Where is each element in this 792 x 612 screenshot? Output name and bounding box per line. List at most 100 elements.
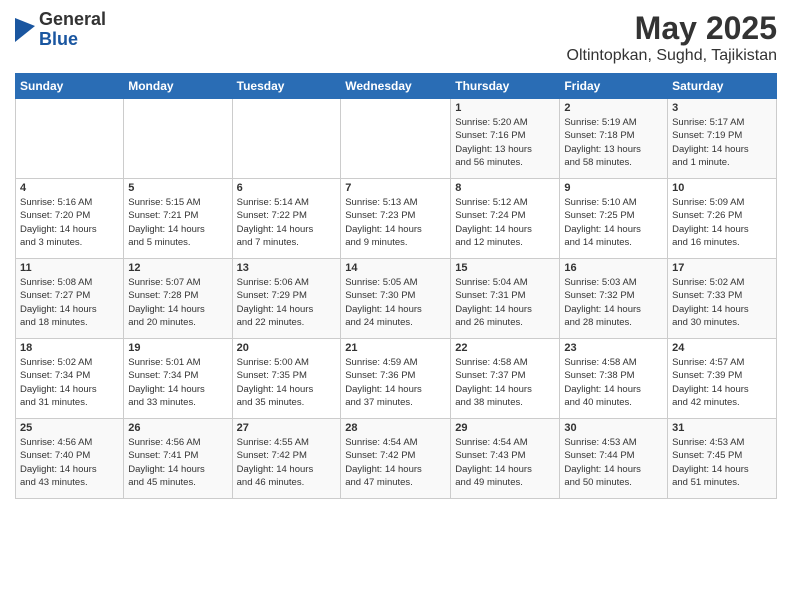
day-number: 6 bbox=[237, 182, 337, 194]
calendar-day-header: Tuesday bbox=[232, 74, 341, 99]
day-number: 25 bbox=[20, 422, 119, 434]
day-info: Sunrise: 4:58 AMSunset: 7:38 PMDaylight:… bbox=[564, 356, 663, 409]
logo-icon bbox=[15, 18, 35, 42]
day-number: 3 bbox=[672, 102, 772, 114]
calendar-cell: 29 Sunrise: 4:54 AMSunset: 7:43 PMDayligh… bbox=[451, 419, 560, 499]
day-info: Sunrise: 4:53 AMSunset: 7:44 PMDaylight:… bbox=[564, 436, 663, 489]
day-number: 30 bbox=[564, 422, 663, 434]
day-info: Sunrise: 5:00 AMSunset: 7:35 PMDaylight:… bbox=[237, 356, 337, 409]
calendar-cell: 15 Sunrise: 5:04 AMSunset: 7:31 PMDayligh… bbox=[451, 259, 560, 339]
day-info: Sunrise: 5:19 AMSunset: 7:18 PMDaylight:… bbox=[564, 116, 663, 169]
calendar-cell: 25 Sunrise: 4:56 AMSunset: 7:40 PMDayligh… bbox=[16, 419, 124, 499]
day-number: 27 bbox=[237, 422, 337, 434]
calendar-week-row: 11Sunrise: 5:08 AMSunset: 7:27 PMDayligh… bbox=[16, 259, 777, 339]
day-info: Sunrise: 5:06 AMSunset: 7:29 PMDaylight:… bbox=[237, 276, 337, 329]
day-info: Sunrise: 5:17 AMSunset: 7:19 PMDaylight:… bbox=[672, 116, 772, 169]
calendar-cell: 9Sunrise: 5:10 AMSunset: 7:25 PMDaylight… bbox=[560, 179, 668, 259]
calendar-week-row: 4 Sunrise: 5:16 AMSunset: 7:20 PMDaylight… bbox=[16, 179, 777, 259]
calendar-cell: 10 Sunrise: 5:09 AMSunset: 7:26 PMDayligh… bbox=[668, 179, 777, 259]
day-number: 29 bbox=[455, 422, 555, 434]
calendar-cell: 13 Sunrise: 5:06 AMSunset: 7:29 PMDayligh… bbox=[232, 259, 341, 339]
calendar-header-row: SundayMondayTuesdayWednesdayThursdayFrid… bbox=[16, 74, 777, 99]
day-info: Sunrise: 5:20 AMSunset: 7:16 PMDaylight:… bbox=[455, 116, 555, 169]
page-container: General Blue May 2025 Oltintopkan, Sughd… bbox=[0, 0, 792, 509]
day-number: 5 bbox=[128, 182, 227, 194]
day-number: 28 bbox=[345, 422, 446, 434]
page-title: May 2025 bbox=[567, 10, 778, 47]
day-number: 23 bbox=[564, 342, 663, 354]
day-number: 26 bbox=[128, 422, 227, 434]
calendar-cell: 3 Sunrise: 5:17 AMSunset: 7:19 PMDaylight… bbox=[668, 99, 777, 179]
calendar-cell bbox=[232, 99, 341, 179]
calendar-cell bbox=[341, 99, 451, 179]
day-number: 31 bbox=[672, 422, 772, 434]
page-header: General Blue May 2025 Oltintopkan, Sughd… bbox=[15, 10, 777, 65]
calendar-cell: 2Sunrise: 5:19 AMSunset: 7:18 PMDaylight… bbox=[560, 99, 668, 179]
calendar-day-header: Saturday bbox=[668, 74, 777, 99]
logo: General Blue bbox=[15, 10, 106, 50]
day-number: 24 bbox=[672, 342, 772, 354]
calendar-cell: 6 Sunrise: 5:14 AMSunset: 7:22 PMDaylight… bbox=[232, 179, 341, 259]
calendar-cell: 19 Sunrise: 5:01 AMSunset: 7:34 PMDayligh… bbox=[124, 339, 232, 419]
day-number: 10 bbox=[672, 182, 772, 194]
day-info: Sunrise: 4:55 AMSunset: 7:42 PMDaylight:… bbox=[237, 436, 337, 489]
calendar-week-row: 1 Sunrise: 5:20 AMSunset: 7:16 PMDaylight… bbox=[16, 99, 777, 179]
day-info: Sunrise: 5:05 AMSunset: 7:30 PMDaylight:… bbox=[345, 276, 446, 329]
page-subtitle: Oltintopkan, Sughd, Tajikistan bbox=[567, 47, 778, 65]
calendar-day-header: Monday bbox=[124, 74, 232, 99]
day-info: Sunrise: 4:54 AMSunset: 7:43 PMDaylight:… bbox=[455, 436, 555, 489]
day-info: Sunrise: 5:14 AMSunset: 7:22 PMDaylight:… bbox=[237, 196, 337, 249]
logo-blue-text: Blue bbox=[39, 29, 78, 49]
day-info: Sunrise: 4:56 AMSunset: 7:40 PMDaylight:… bbox=[20, 436, 119, 489]
calendar-cell: 4 Sunrise: 5:16 AMSunset: 7:20 PMDaylight… bbox=[16, 179, 124, 259]
day-number: 19 bbox=[128, 342, 227, 354]
day-number: 21 bbox=[345, 342, 446, 354]
calendar-day-header: Sunday bbox=[16, 74, 124, 99]
day-info: Sunrise: 4:59 AMSunset: 7:36 PMDaylight:… bbox=[345, 356, 446, 409]
day-number: 16 bbox=[564, 262, 663, 274]
day-info: Sunrise: 5:02 AMSunset: 7:34 PMDaylight:… bbox=[20, 356, 119, 409]
calendar-day-header: Friday bbox=[560, 74, 668, 99]
calendar-cell: 7 Sunrise: 5:13 AMSunset: 7:23 PMDaylight… bbox=[341, 179, 451, 259]
day-info: Sunrise: 5:16 AMSunset: 7:20 PMDaylight:… bbox=[20, 196, 119, 249]
calendar-day-header: Thursday bbox=[451, 74, 560, 99]
calendar-cell: 11Sunrise: 5:08 AMSunset: 7:27 PMDayligh… bbox=[16, 259, 124, 339]
day-info: Sunrise: 5:04 AMSunset: 7:31 PMDaylight:… bbox=[455, 276, 555, 329]
day-number: 14 bbox=[345, 262, 446, 274]
day-number: 7 bbox=[345, 182, 446, 194]
calendar-cell: 18 Sunrise: 5:02 AMSunset: 7:34 PMDayligh… bbox=[16, 339, 124, 419]
calendar-cell: 20 Sunrise: 5:00 AMSunset: 7:35 PMDayligh… bbox=[232, 339, 341, 419]
day-number: 12 bbox=[128, 262, 227, 274]
title-block: May 2025 Oltintopkan, Sughd, Tajikistan bbox=[567, 10, 778, 65]
day-number: 20 bbox=[237, 342, 337, 354]
calendar-cell: 12Sunrise: 5:07 AMSunset: 7:28 PMDayligh… bbox=[124, 259, 232, 339]
calendar-day-header: Wednesday bbox=[341, 74, 451, 99]
day-info: Sunrise: 4:58 AMSunset: 7:37 PMDaylight:… bbox=[455, 356, 555, 409]
day-number: 1 bbox=[455, 102, 555, 114]
day-info: Sunrise: 5:08 AMSunset: 7:27 PMDaylight:… bbox=[20, 276, 119, 329]
calendar-table: SundayMondayTuesdayWednesdayThursdayFrid… bbox=[15, 73, 777, 499]
calendar-cell: 23 Sunrise: 4:58 AMSunset: 7:38 PMDayligh… bbox=[560, 339, 668, 419]
day-number: 18 bbox=[20, 342, 119, 354]
day-info: Sunrise: 5:15 AMSunset: 7:21 PMDaylight:… bbox=[128, 196, 227, 249]
day-number: 15 bbox=[455, 262, 555, 274]
calendar-cell bbox=[124, 99, 232, 179]
day-number: 22 bbox=[455, 342, 555, 354]
calendar-cell bbox=[16, 99, 124, 179]
calendar-cell: 21 Sunrise: 4:59 AMSunset: 7:36 PMDayligh… bbox=[341, 339, 451, 419]
day-number: 4 bbox=[20, 182, 119, 194]
day-info: Sunrise: 4:53 AMSunset: 7:45 PMDaylight:… bbox=[672, 436, 772, 489]
day-info: Sunrise: 4:56 AMSunset: 7:41 PMDaylight:… bbox=[128, 436, 227, 489]
day-number: 13 bbox=[237, 262, 337, 274]
day-info: Sunrise: 5:09 AMSunset: 7:26 PMDaylight:… bbox=[672, 196, 772, 249]
day-info: Sunrise: 5:01 AMSunset: 7:34 PMDaylight:… bbox=[128, 356, 227, 409]
day-info: Sunrise: 4:54 AMSunset: 7:42 PMDaylight:… bbox=[345, 436, 446, 489]
calendar-cell: 8 Sunrise: 5:12 AMSunset: 7:24 PMDaylight… bbox=[451, 179, 560, 259]
calendar-cell: 26 Sunrise: 4:56 AMSunset: 7:41 PMDayligh… bbox=[124, 419, 232, 499]
day-number: 8 bbox=[455, 182, 555, 194]
calendar-cell: 27 Sunrise: 4:55 AMSunset: 7:42 PMDayligh… bbox=[232, 419, 341, 499]
calendar-cell: 5 Sunrise: 5:15 AMSunset: 7:21 PMDaylight… bbox=[124, 179, 232, 259]
calendar-cell: 28 Sunrise: 4:54 AMSunset: 7:42 PMDayligh… bbox=[341, 419, 451, 499]
day-info: Sunrise: 5:12 AMSunset: 7:24 PMDaylight:… bbox=[455, 196, 555, 249]
day-info: Sunrise: 5:13 AMSunset: 7:23 PMDaylight:… bbox=[345, 196, 446, 249]
